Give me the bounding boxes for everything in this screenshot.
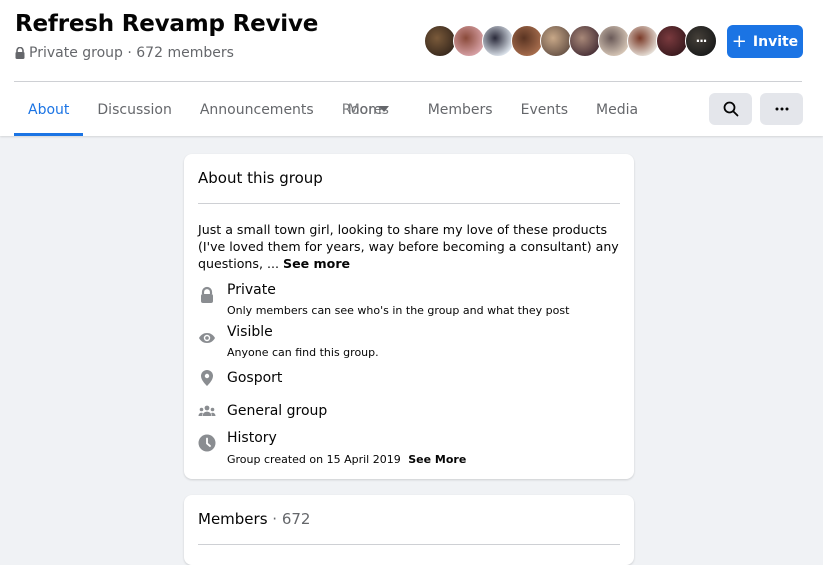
tab-about[interactable]: About [14, 84, 84, 136]
member-avatar-8[interactable] [627, 25, 659, 57]
members-divider [198, 544, 620, 545]
info-subtitle: Group created on 15 April 2019 See More [227, 453, 466, 466]
tab-label: About [28, 102, 70, 118]
group-title: Refresh Revamp Revive [15, 11, 319, 37]
lock-icon [201, 286, 213, 303]
info-title: History [227, 430, 277, 446]
group-subtitle: Private group · 672 members [15, 45, 234, 61]
more-options-button[interactable] [760, 93, 803, 125]
member-avatar-3[interactable] [482, 25, 514, 57]
people-icon [198, 405, 216, 416]
member-avatar-5[interactable] [540, 25, 572, 57]
tab-label: Announcements [199, 102, 314, 118]
info-subtitle: Only members can see who's in the group … [227, 304, 570, 317]
history-see-more-link[interactable]: See More [408, 453, 466, 466]
history-created-text: Group created on 15 April 2019 [227, 453, 401, 466]
member-avatar-7[interactable] [598, 25, 630, 57]
clock-icon [198, 434, 216, 452]
member-avatar-9[interactable] [656, 25, 688, 57]
info-location: Gosport [198, 369, 618, 391]
member-avatar-1[interactable] [424, 25, 456, 57]
about-title: About this group [198, 169, 323, 187]
members-card: Members · 672 [184, 495, 634, 565]
tab-members[interactable]: Members [414, 84, 507, 136]
invite-button[interactable]: + Invite [727, 25, 803, 58]
info-group-type: General group [198, 402, 618, 424]
more-options-icon [775, 107, 788, 111]
info-title: Private [227, 282, 276, 298]
search-icon [723, 101, 738, 117]
tab-rooms-more[interactable]: Rooms More [328, 84, 414, 136]
member-avatar-6[interactable] [569, 25, 601, 57]
member-avatar-10[interactable]: ··· [685, 25, 717, 57]
invite-label: Invite [752, 33, 799, 50]
members-title: Members · 672 [198, 510, 310, 528]
plus-icon: + [731, 30, 747, 52]
info-private: Private Only members can see who's in th… [198, 282, 618, 322]
info-title: Gosport [227, 370, 283, 386]
info-history: History Group created on 15 April 2019 S… [198, 430, 618, 470]
info-title: Visible [227, 324, 273, 340]
members-separator: · [267, 510, 282, 528]
tab-label: Media [596, 102, 639, 118]
tab-announcements[interactable]: Announcements [186, 84, 328, 136]
group-tabs: About Discussion Announcements Rooms Mor… [14, 84, 652, 136]
tab-label: Discussion [97, 102, 172, 118]
about-divider [198, 203, 620, 204]
group-header: Refresh Revamp Revive Private group · 67… [0, 0, 823, 136]
member-avatars: ··· [424, 25, 717, 57]
header-divider [14, 81, 802, 82]
eye-icon [199, 333, 215, 343]
member-avatar-4[interactable] [511, 25, 543, 57]
see-more-link[interactable]: See more [283, 256, 350, 271]
tab-discussion[interactable]: Discussion [83, 84, 185, 136]
info-subtitle: Anyone can find this group. [227, 346, 379, 359]
tab-label: Members [427, 102, 493, 118]
members-label: Members [198, 510, 268, 528]
info-visible: Visible Anyone can find this group. [198, 324, 618, 364]
tab-events[interactable]: Events [507, 84, 582, 136]
lock-icon [15, 47, 25, 59]
members-count: 672 [281, 510, 311, 528]
tab-media[interactable]: Media [582, 84, 652, 136]
tab-label: Events [520, 102, 569, 118]
search-button[interactable] [709, 93, 752, 125]
more-members-icon: ··· [686, 26, 716, 56]
member-avatar-2[interactable] [453, 25, 485, 57]
about-description: Just a small town girl, looking to share… [198, 221, 623, 272]
about-card: About this group Just a small town girl,… [184, 154, 634, 479]
description-text: Just a small town girl, looking to share… [198, 222, 619, 271]
info-title: General group [227, 403, 328, 419]
caret-down-icon [378, 106, 389, 112]
group-privacy-members: Private group · 672 members [29, 45, 234, 61]
tab-more-label[interactable]: More [348, 102, 383, 118]
location-pin-icon [201, 370, 213, 386]
